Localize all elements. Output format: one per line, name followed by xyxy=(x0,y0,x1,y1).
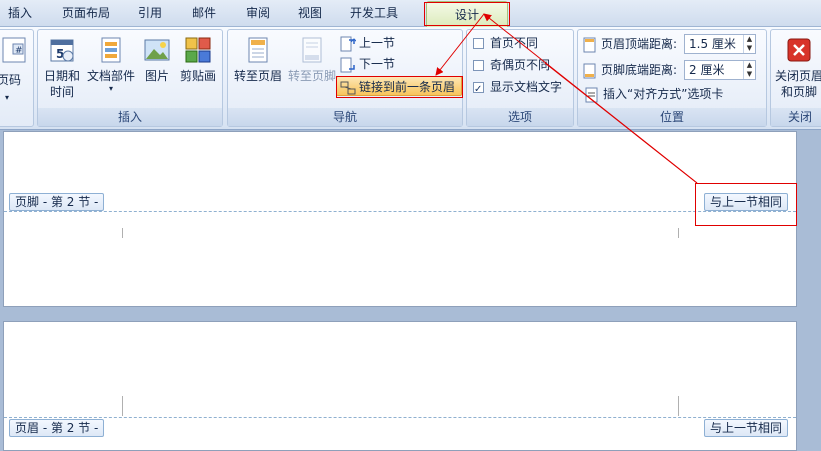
tab-view[interactable]: 视图 xyxy=(288,0,332,27)
crop-mark xyxy=(122,396,123,416)
highlight-box-link-previous xyxy=(336,76,463,98)
different-odd-even-label: 奇偶页不同 xyxy=(490,58,551,72)
group-options-title: 选项 xyxy=(467,108,573,126)
tab-page-layout[interactable]: 页面布局 xyxy=(46,0,126,27)
next-section-label: 下一节 xyxy=(359,57,396,71)
group-position-title: 位置 xyxy=(578,108,766,126)
document-parts-button[interactable]: 文档部件 ▾ xyxy=(84,36,138,94)
header-top-distance-input[interactable]: 1.5 厘米 ▲ ▼ xyxy=(684,34,756,54)
footer-section-tag: 页脚 - 第 2 节 - xyxy=(9,193,105,211)
same-as-previous-tag: 与上一节相同 xyxy=(704,419,789,437)
page-number-label: 页码 xyxy=(0,73,22,87)
header-section-tag: 页眉 - 第 2 节 - xyxy=(9,419,105,437)
header-distance-icon xyxy=(583,37,596,52)
close-header-footer-button[interactable]: 关闭页眉 和页脚 xyxy=(771,36,821,100)
checkbox-unchecked-icon xyxy=(473,60,484,71)
show-document-text-label: 显示文档文字 xyxy=(490,80,563,94)
group-insert-title: 插入 xyxy=(38,108,222,126)
header-top-distance-value: 1.5 厘米 xyxy=(689,37,736,51)
date-time-button[interactable]: 5 日期和 时间 xyxy=(40,36,84,100)
highlight-box-design-tab xyxy=(424,2,510,26)
insert-alignment-tab-button[interactable]: 插入“对齐方式”选项卡 xyxy=(584,84,723,104)
group-options: 首页不同 奇偶页不同 显示文档文字 选项 xyxy=(466,29,574,127)
svg-text:#: # xyxy=(15,46,23,56)
crop-mark xyxy=(678,228,679,238)
previous-section-button[interactable]: 上一节 xyxy=(340,33,395,53)
close-header-footer-label: 关闭页眉 和页脚 xyxy=(774,69,821,99)
footer-bottom-distance-label-wrap: 页脚底端距离: xyxy=(582,60,677,80)
show-document-text-checkbox[interactable]: 显示文档文字 xyxy=(473,77,563,100)
different-first-page-checkbox[interactable]: 首页不同 xyxy=(473,33,538,53)
different-first-page-label: 首页不同 xyxy=(490,36,539,50)
group-insert: 5 日期和 时间 文档部件 ▾ 图片 剪贴画 插入 xyxy=(37,29,223,127)
group-insert-partial: # 页码 ▾ xyxy=(0,29,34,127)
highlight-box-same-as-previous xyxy=(695,183,797,226)
insert-alignment-tab-label: 插入“对齐方式”选项卡 xyxy=(603,87,724,101)
goto-footer-label: 转至页脚 xyxy=(287,69,336,83)
group-close-title: 关闭 xyxy=(771,108,821,126)
spinner-arrows-icon[interactable]: ▲ ▼ xyxy=(743,61,755,79)
footer-separator xyxy=(4,211,796,212)
group-navigation: 转至页眉 转至页脚 上一节 下一节 链接到前一条页眉 导航 xyxy=(227,29,463,127)
header-separator xyxy=(4,417,796,418)
header-top-distance-label: 页眉顶端距离: xyxy=(601,37,678,51)
ribbon: # 页码 ▾ 5 日期和 时间 文档部件 ▾ 图片 剪贴画 插入 转至页眉 转至… xyxy=(0,27,821,130)
footer-bottom-distance-input[interactable]: 2 厘米 ▲ ▼ xyxy=(684,60,756,80)
alignment-tab-icon xyxy=(585,87,598,102)
goto-footer-button[interactable]: 转至页脚 xyxy=(284,36,340,84)
goto-header-label: 转至页眉 xyxy=(233,69,282,83)
clipart-label: 剪贴画 xyxy=(179,69,216,83)
tab-mailings[interactable]: 邮件 xyxy=(182,0,226,27)
goto-header-icon xyxy=(248,37,268,63)
page-1[interactable]: 页脚 - 第 2 节 - 与上一节相同 xyxy=(3,131,797,307)
clipart-icon xyxy=(185,37,211,63)
document-parts-icon xyxy=(101,37,121,63)
picture-icon xyxy=(144,39,170,61)
previous-section-icon xyxy=(340,36,356,51)
tab-insert[interactable]: 插入 xyxy=(0,0,40,27)
crop-mark xyxy=(678,396,679,416)
footer-bottom-distance-label: 页脚底端距离: xyxy=(601,63,678,77)
ribbon-tab-bar: 插入 页面布局 引用 邮件 审阅 视图 开发工具 设计 xyxy=(0,0,821,28)
group-position: 页眉顶端距离: 1.5 厘米 ▲ ▼ 页脚底端距离: 2 厘米 ▲ ▼ 插入“对齐方式”… xyxy=(577,29,767,127)
group-close: 关闭页眉 和页脚 关闭 xyxy=(770,29,821,127)
calendar-icon: 5 xyxy=(50,39,74,62)
document-workspace[interactable]: 页脚 - 第 2 节 - 与上一节相同 页眉 - 第 2 节 - 与上一节相同 xyxy=(0,131,821,451)
tab-references[interactable]: 引用 xyxy=(128,0,172,27)
footer-bottom-distance-value: 2 厘米 xyxy=(689,63,725,77)
close-icon xyxy=(787,38,811,62)
next-section-icon xyxy=(340,57,355,72)
picture-label: 图片 xyxy=(144,69,169,83)
clipart-button[interactable]: 剪贴画 xyxy=(178,36,218,84)
header-top-distance-label-wrap: 页眉顶端距离: xyxy=(582,34,677,54)
date-time-label: 日期和 时间 xyxy=(43,69,80,99)
page-number-button[interactable]: # 页码 ▾ xyxy=(0,36,26,102)
checkbox-checked-icon xyxy=(473,80,484,100)
different-odd-even-checkbox[interactable]: 奇偶页不同 xyxy=(473,55,550,75)
group-navigation-title: 导航 xyxy=(228,108,462,126)
picture-button[interactable]: 图片 xyxy=(140,36,174,84)
next-section-button[interactable]: 下一节 xyxy=(340,54,395,74)
crop-mark xyxy=(122,228,123,238)
goto-header-button[interactable]: 转至页眉 xyxy=(230,36,286,84)
previous-section-label: 上一节 xyxy=(359,36,396,50)
tab-review[interactable]: 审阅 xyxy=(236,0,280,27)
tab-developer[interactable]: 开发工具 xyxy=(340,0,408,27)
page-2[interactable]: 页眉 - 第 2 节 - 与上一节相同 xyxy=(3,321,797,451)
document-parts-dropdown-icon: ▾ xyxy=(108,84,113,93)
page-number-dropdown-icon: ▾ xyxy=(5,93,10,102)
document-parts-label: 文档部件 xyxy=(86,69,135,83)
page-number-icon: # xyxy=(2,37,26,63)
footer-distance-icon xyxy=(583,63,596,78)
spinner-arrows-icon[interactable]: ▲ ▼ xyxy=(743,35,755,53)
goto-footer-icon xyxy=(302,37,322,63)
checkbox-unchecked-icon xyxy=(473,38,484,49)
